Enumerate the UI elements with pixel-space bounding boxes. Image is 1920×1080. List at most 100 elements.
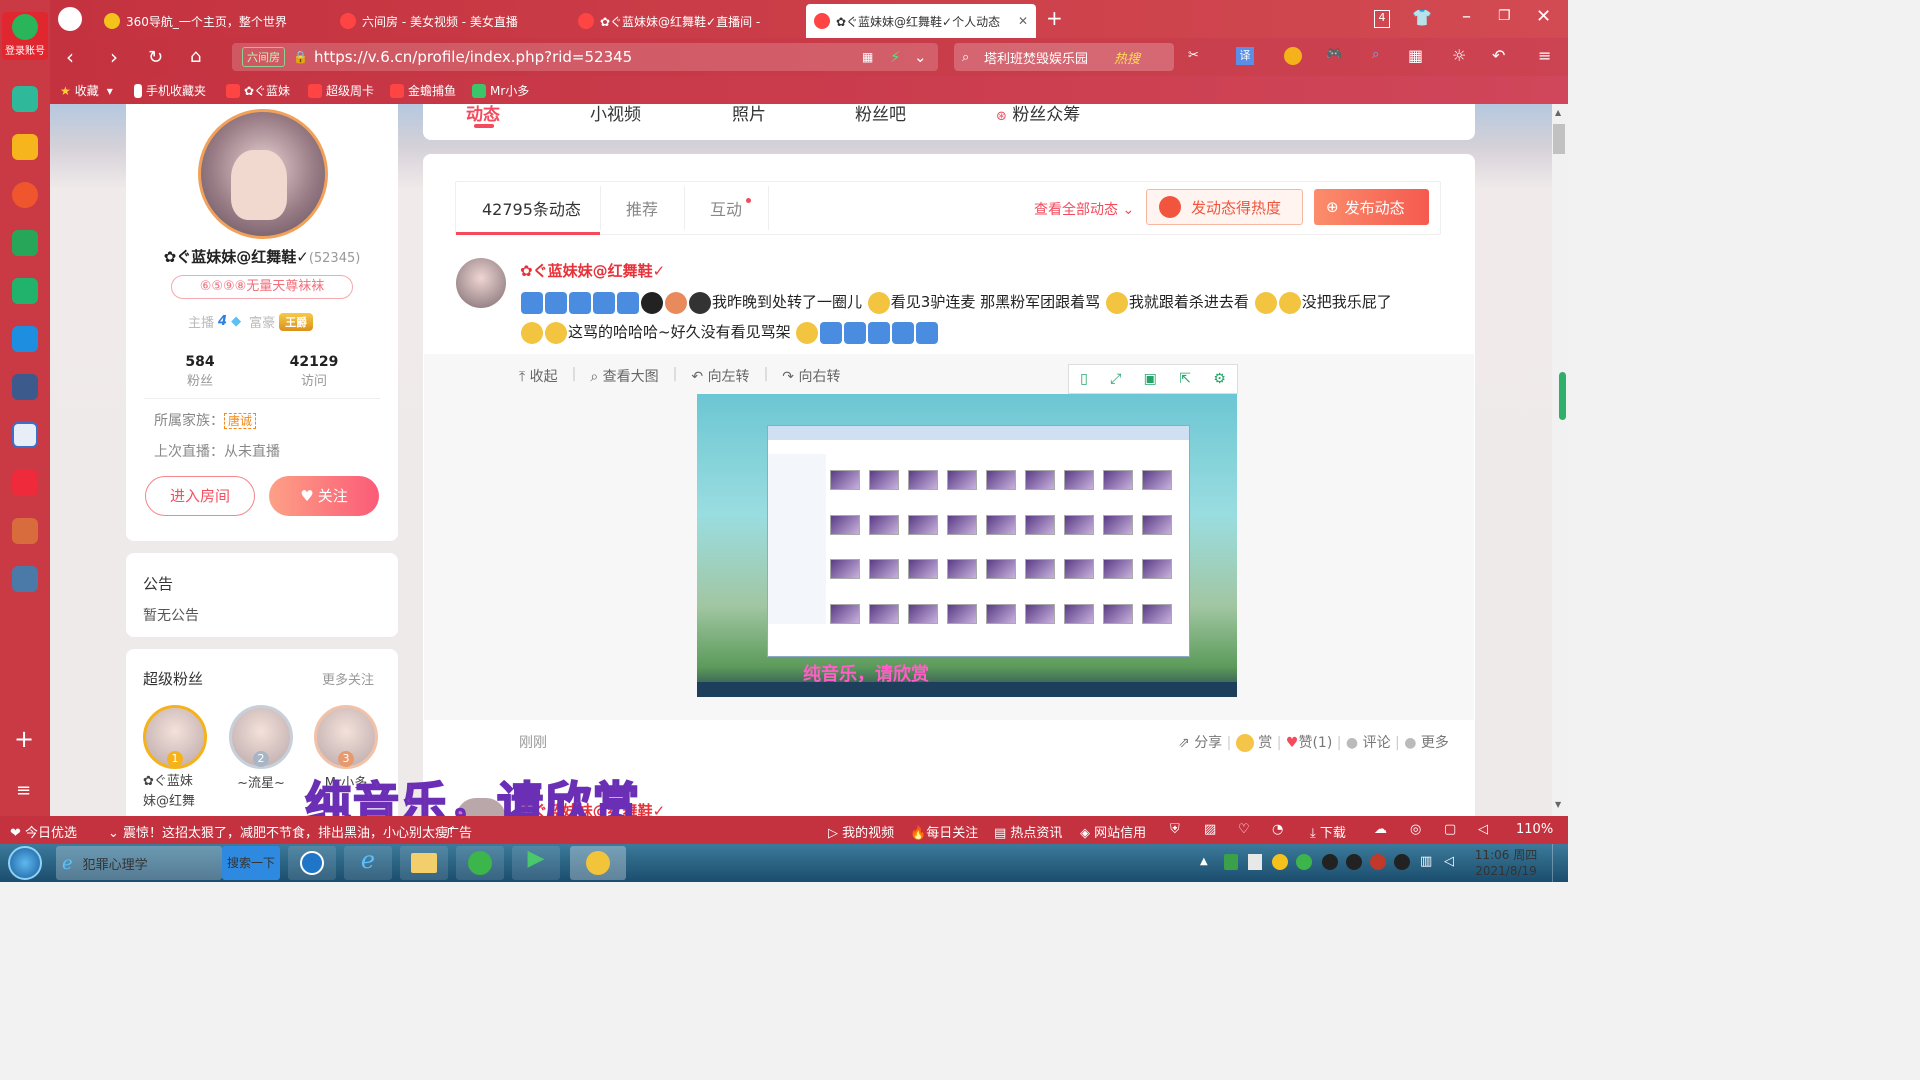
fan-name-2[interactable]: ~流星~ xyxy=(229,772,293,791)
taskbar-ie-item[interactable]: ℯ 犯罪心理学 xyxy=(56,846,222,880)
volume-icon[interactable]: ◁ xyxy=(1478,822,1488,837)
today-picks[interactable]: ❤ 今日优选 xyxy=(10,822,77,841)
tray-arrow-icon[interactable]: ▲ xyxy=(1200,856,1208,867)
home-icon[interactable]: ⌂ xyxy=(190,46,201,67)
post-author-name[interactable]: ✿ぐ蓝妹妹@红舞鞋✓ xyxy=(520,260,665,281)
sidebar-add-icon[interactable] xyxy=(12,86,38,112)
new-tab-icon[interactable]: + xyxy=(1046,6,1063,30)
hot-search-badge[interactable]: 热搜 xyxy=(1114,48,1140,67)
close-window-icon[interactable]: ✕ xyxy=(1536,6,1551,27)
bookmark-mobile[interactable]: 手机收藏夹 xyxy=(134,82,206,99)
navigate-icon[interactable] xyxy=(58,7,82,31)
profile-avatar[interactable] xyxy=(198,109,328,239)
tab-count-badge[interactable]: 4 xyxy=(1374,10,1390,28)
translate-icon[interactable]: 译 xyxy=(1236,47,1254,65)
clean-icon[interactable]: ◎ xyxy=(1410,822,1421,837)
collapse-button[interactable]: ⤒ 收起 xyxy=(519,366,558,386)
side-float-handle[interactable] xyxy=(1559,372,1566,420)
clock[interactable]: 11:06 周四 2021/8/19 xyxy=(1468,847,1544,879)
download[interactable]: ⤓ 下载 xyxy=(1310,822,1346,841)
scroll-down-icon[interactable]: ▼ xyxy=(1555,800,1561,809)
sidebar-p-icon[interactable] xyxy=(12,326,38,352)
start-button[interactable] xyxy=(8,846,42,880)
settings-icon[interactable]: ⚙ xyxy=(1213,371,1226,387)
tray-network-icon[interactable]: ▥ xyxy=(1420,854,1432,869)
tab-6cn-home[interactable]: 六间房 - 美女视频 - 美女直播 xyxy=(332,4,560,38)
qr-icon[interactable]: ▦ xyxy=(862,50,873,64)
bookmark-icon[interactable]: ▯ xyxy=(1080,371,1088,387)
reward-button[interactable]: 赏 xyxy=(1235,734,1272,752)
undo-icon[interactable]: ↶ xyxy=(1492,46,1505,65)
nav-tab-photos[interactable]: 照片 xyxy=(732,100,766,125)
bookmark-favorites[interactable]: ★ 收藏 ▾ xyxy=(60,82,113,99)
taskbar-explorer-icon[interactable] xyxy=(400,846,448,880)
minimize-icon[interactable]: – xyxy=(1462,6,1471,27)
tab-360-nav[interactable]: 360导航_一个主页，整个世界 xyxy=(96,4,324,38)
sidebar-link-icon[interactable] xyxy=(12,278,38,304)
tray-app-icon[interactable] xyxy=(1370,854,1386,870)
zoom-tool-icon[interactable]: ⌕ xyxy=(1372,47,1379,62)
restore-icon[interactable]: ❐ xyxy=(1498,8,1511,24)
forward-icon[interactable]: › xyxy=(110,45,118,69)
gamepad-icon[interactable]: 🎮 xyxy=(1326,47,1342,62)
more-button[interactable]: ● 更多 xyxy=(1404,735,1449,751)
taskbar-player-icon[interactable]: ▶ xyxy=(512,846,560,880)
taskbar-360-icon[interactable] xyxy=(456,846,504,880)
view-large-button[interactable]: ⌕ 查看大图 xyxy=(590,366,658,386)
tray-volume-icon[interactable]: ◁ xyxy=(1444,854,1454,869)
taskbar-k-icon[interactable] xyxy=(288,846,336,880)
tray-qq-icon[interactable] xyxy=(1394,854,1410,870)
scissors-icon[interactable]: ✂ xyxy=(1188,48,1199,63)
heart-outline-icon[interactable]: ♡ xyxy=(1238,822,1250,837)
taskbar-ie-icon[interactable]: ℯ xyxy=(344,846,392,880)
tray-360-icon[interactable] xyxy=(1272,854,1288,870)
post-screenshot-image[interactable]: 纯音乐，请欣赏 xyxy=(697,394,1237,697)
save-icon[interactable]: ▣ xyxy=(1144,371,1157,387)
site-credit[interactable]: ◈ 网站信用 xyxy=(1080,822,1146,841)
bookmark-lanmeimei[interactable]: ✿ぐ蓝妹 xyxy=(226,82,290,99)
feed-tab-recommend[interactable]: 推荐 xyxy=(626,196,658,220)
search-input[interactable]: ⌕ 塔利班焚毁娱乐园 热搜 xyxy=(954,43,1174,71)
feed-tab-all[interactable]: 42795条动态 xyxy=(482,196,581,220)
daily-follow[interactable]: 🔥每日关注 xyxy=(910,822,978,841)
post-author-avatar[interactable] xyxy=(456,258,506,308)
nav-tab-fanbar[interactable]: 粉丝吧 xyxy=(855,100,906,125)
nav-tab-videos[interactable]: 小视频 xyxy=(590,100,641,125)
tray-doc-icon[interactable] xyxy=(1248,854,1262,870)
follow-button[interactable]: ♥ 关注 xyxy=(269,476,379,516)
sidebar-menu-icon[interactable]: ≡ xyxy=(16,780,31,801)
speed-icon[interactable]: ◔ xyxy=(1272,822,1283,837)
feed-tab-interact[interactable]: 互动 xyxy=(710,196,742,220)
url-input[interactable]: 六间房 🔒 https://v.6.cn/profile/index.php?r… xyxy=(232,43,938,71)
tab-profile-active[interactable]: ✿ぐ蓝妹妹@红舞鞋✓个人动态 ✕ xyxy=(806,4,1036,38)
hot-news[interactable]: ▤ 热点资讯 xyxy=(994,822,1062,841)
main-menu-icon[interactable]: ≡ xyxy=(1538,46,1551,65)
my-videos[interactable]: ▷ 我的视频 xyxy=(828,822,894,841)
share-out-icon[interactable]: ⇱ xyxy=(1179,371,1191,387)
login-account-button[interactable]: 登录账号 xyxy=(2,12,48,60)
taskbar-app-icon[interactable] xyxy=(570,846,626,880)
tray-shield-icon[interactable] xyxy=(1224,854,1238,870)
coin-icon[interactable] xyxy=(1284,47,1302,65)
fan-name-1[interactable]: ✿ぐ蓝妹 妹@红舞 xyxy=(143,772,213,812)
family-badge[interactable]: 唐诚 xyxy=(224,413,257,429)
enter-room-button[interactable]: 进入房间 xyxy=(145,476,255,516)
comment-button[interactable]: ● 评论 xyxy=(1346,735,1391,751)
bookmark-mrxiaoduo[interactable]: Mr小多 xyxy=(472,82,529,99)
share-button[interactable]: ⇗ 分享 xyxy=(1178,735,1222,751)
scroll-up-icon[interactable]: ▲ xyxy=(1555,108,1561,117)
tray-qq-icon[interactable] xyxy=(1346,854,1362,870)
news-ticker[interactable]: ⌄ 震惊！这招太狠了，减肥不节食，排出黑油，小心别太瘦！ xyxy=(108,822,474,841)
reload-icon[interactable]: ↻ xyxy=(148,47,163,68)
back-icon[interactable]: ‹ xyxy=(66,45,74,69)
fans-stat[interactable]: 584 粉丝 xyxy=(150,354,250,389)
sidebar-weibo-icon[interactable] xyxy=(12,182,38,208)
heat-button[interactable]: 发动态得热度 xyxy=(1146,189,1303,225)
shield-icon[interactable]: ⛨ xyxy=(1170,822,1180,837)
sidebar-mail-icon[interactable] xyxy=(12,230,38,256)
image-icon[interactable]: ▨ xyxy=(1204,822,1216,837)
grid-apps-icon[interactable]: ▦ xyxy=(1408,46,1423,65)
brightness-icon[interactable]: ☼ xyxy=(1452,46,1466,65)
sidebar-game-icon[interactable] xyxy=(12,374,38,400)
nav-tab-crowdfund[interactable]: ⊛ 粉丝众筹 xyxy=(996,100,1080,125)
